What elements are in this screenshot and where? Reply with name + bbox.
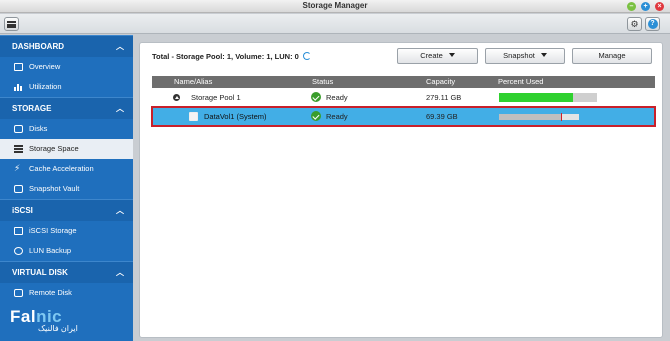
sidebar-section-label: STORAGE — [12, 104, 52, 113]
sidebar-item-label: Cache Acceleration — [29, 164, 94, 173]
storage-panel: Total - Storage Pool: 1, Volume: 1, LUN:… — [139, 42, 663, 338]
backup-icon — [14, 247, 23, 255]
table-header: Name/Alias Status Capacity Percent Used — [152, 76, 655, 88]
storage-summary: Total - Storage Pool: 1, Volume: 1, LUN:… — [152, 52, 311, 61]
refresh-icon[interactable] — [302, 52, 311, 60]
watermark-logo: Falnic ایران فالنیک — [10, 307, 100, 341]
sidebar-item-disks[interactable]: Disks — [0, 119, 133, 139]
overview-icon — [14, 63, 23, 71]
row-status: Ready — [326, 112, 348, 121]
minimize-icon[interactable]: – — [627, 2, 636, 11]
sidebar-item-cache-acceleration[interactable]: ⚡ Cache Acceleration — [0, 159, 133, 179]
sidebar-item-label: Storage Space — [29, 144, 79, 153]
check-icon — [311, 111, 321, 121]
gear-icon: ⚙ — [630, 18, 639, 29]
caret-down-icon — [448, 53, 455, 57]
lightning-icon: ⚡ — [14, 163, 21, 173]
collapse-icon[interactable] — [173, 94, 180, 101]
sidebar-item-label: LUN Backup — [29, 246, 72, 255]
iscsi-icon — [14, 227, 23, 235]
sidebar-section-label: VIRTUAL DISK — [12, 268, 68, 277]
sidebar-item-label: Utilization — [29, 82, 62, 91]
settings-button[interactable]: ⚙ — [627, 17, 642, 31]
snapshot-button[interactable]: Snapshot — [485, 48, 565, 64]
column-name[interactable]: Name/Alias — [174, 76, 212, 88]
storage-space-icon — [14, 145, 23, 153]
percent-used-bar — [499, 93, 597, 102]
sidebar-section-label: DASHBOARD — [12, 42, 64, 51]
sidebar-item-snapshot-vault[interactable]: Snapshot Vault — [0, 179, 133, 199]
sidebar-section-dashboard[interactable]: DASHBOARD ︿ — [0, 35, 133, 57]
percent-used-fill — [499, 93, 573, 102]
chevron-up-icon[interactable]: ︿ — [116, 262, 124, 284]
sidebar: DASHBOARD ︿ Overview Utilization STORAGE… — [0, 35, 133, 341]
camera-icon — [14, 185, 23, 193]
sidebar-item-label: Overview — [29, 62, 61, 71]
window-title: Storage Manager — [302, 1, 368, 10]
sidebar-item-overview[interactable]: Overview — [0, 57, 133, 77]
logo-subtitle: ایران فالنیک — [38, 324, 78, 333]
row-capacity: 279.11 GB — [426, 93, 462, 102]
table-row-storage-pool[interactable]: Storage Pool 1 Ready 279.11 GB — [152, 88, 655, 107]
close-icon[interactable]: × — [655, 2, 664, 11]
sidebar-section-virtual-disk[interactable]: VIRTUAL DISK ︿ — [0, 261, 133, 283]
column-capacity[interactable]: Capacity — [426, 76, 455, 88]
sidebar-item-storage-space[interactable]: Storage Space — [0, 139, 133, 159]
chevron-up-icon[interactable]: ︿ — [116, 36, 124, 58]
table-row-volume[interactable]: DataVol1 (System) Ready 69.39 GB — [151, 106, 656, 127]
toolbar: ⚙ ? — [0, 14, 670, 34]
chevron-up-icon[interactable]: ︿ — [116, 200, 124, 222]
percent-used-fill — [499, 114, 562, 120]
storage-table: Name/Alias Status Capacity Percent Used … — [151, 76, 656, 127]
sidebar-item-lun-backup[interactable]: LUN Backup — [0, 241, 133, 261]
disk-icon — [14, 125, 23, 133]
menu-toggle-button[interactable] — [4, 17, 19, 31]
create-button[interactable]: Create — [397, 48, 478, 64]
sidebar-item-remote-disk[interactable]: Remote Disk — [0, 283, 133, 303]
sidebar-item-label: Disks — [29, 124, 48, 133]
row-status: Ready — [326, 93, 348, 102]
row-name: DataVol1 (System) — [204, 112, 267, 121]
threshold-marker — [561, 113, 563, 121]
sidebar-item-label: iSCSI Storage — [29, 226, 77, 235]
remote-disk-icon — [14, 289, 23, 297]
sidebar-section-storage[interactable]: STORAGE ︿ — [0, 97, 133, 119]
sidebar-section-iscsi[interactable]: iSCSI ︿ — [0, 199, 133, 221]
percent-used-bar — [499, 113, 579, 121]
help-button[interactable]: ? — [645, 17, 660, 31]
caret-down-icon — [540, 53, 547, 57]
check-icon — [311, 92, 321, 102]
sidebar-item-iscsi-storage[interactable]: iSCSI Storage — [0, 221, 133, 241]
maximize-icon[interactable]: + — [641, 2, 650, 11]
chevron-up-icon[interactable]: ︿ — [116, 98, 124, 120]
sidebar-item-label: Remote Disk — [29, 288, 72, 297]
help-icon: ? — [647, 19, 658, 29]
column-status[interactable]: Status — [312, 76, 333, 88]
volume-icon — [189, 112, 198, 121]
sidebar-item-label: Snapshot Vault — [29, 184, 80, 193]
row-name: Storage Pool 1 — [191, 93, 241, 102]
manage-button[interactable]: Manage — [572, 48, 652, 64]
column-percent-used[interactable]: Percent Used — [498, 76, 543, 88]
utilization-icon — [14, 83, 23, 91]
list-icon — [7, 20, 16, 28]
row-capacity: 69.39 GB — [426, 112, 458, 121]
window-titlebar: Storage Manager – + × — [0, 0, 670, 13]
sidebar-item-utilization[interactable]: Utilization — [0, 77, 133, 97]
sidebar-section-label: iSCSI — [12, 206, 33, 215]
